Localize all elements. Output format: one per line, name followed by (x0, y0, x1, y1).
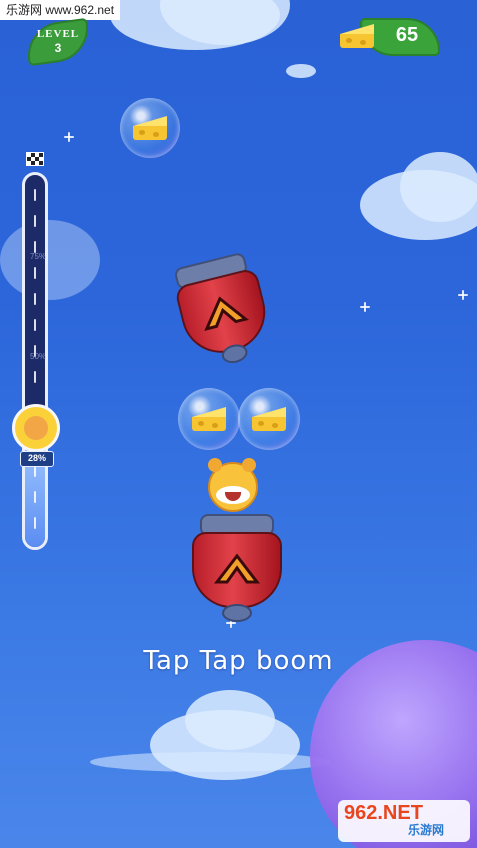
progress-mark-75: 75% (30, 252, 47, 261)
cheese-bubble[interactable] (238, 388, 300, 450)
finish-flag-icon (26, 152, 44, 166)
cheese-counter: 65 (338, 14, 440, 60)
cloud (185, 690, 275, 750)
cloud (0, 220, 100, 300)
watermark-top: 乐游网 www.962.net (0, 0, 121, 20)
cheese-icon (192, 407, 226, 431)
hamster-avatar-icon (12, 404, 60, 452)
progress-mark-50: 50% (30, 352, 47, 361)
chevron-up-icon (213, 553, 261, 584)
watermark-sub-text: 乐游网 (408, 823, 445, 837)
game-title-text: Tap Tap boom (143, 646, 334, 676)
level-title: LEVEL (36, 28, 80, 40)
progress-track (22, 172, 48, 550)
cheese-count: 65 (395, 24, 419, 46)
sparkle (64, 132, 74, 142)
game-screen[interactable]: 乐游网 www.962.net LEVEL 3 65 75% 50% 28% T… (0, 0, 477, 848)
cloud (286, 64, 316, 78)
level-badge: LEVEL 3 (23, 17, 93, 67)
sparkle (458, 290, 468, 300)
cloud (90, 752, 330, 772)
cloud (400, 152, 477, 222)
cheese-bubble[interactable] (120, 98, 180, 158)
cheese-icon (133, 116, 167, 140)
watermark-logo-text: 962.NET (344, 802, 423, 824)
sparkle (360, 302, 370, 312)
cheese-icon (340, 24, 374, 48)
cannon-lower[interactable] (186, 512, 292, 634)
cheese-bubble[interactable] (178, 388, 240, 450)
cheese-icon (252, 407, 286, 431)
level-number: 3 (54, 41, 62, 55)
watermark-bottom: 962.NET 乐游网 (338, 800, 470, 842)
progress-percent: 28% (20, 451, 54, 467)
cannon-upper[interactable] (165, 241, 302, 388)
